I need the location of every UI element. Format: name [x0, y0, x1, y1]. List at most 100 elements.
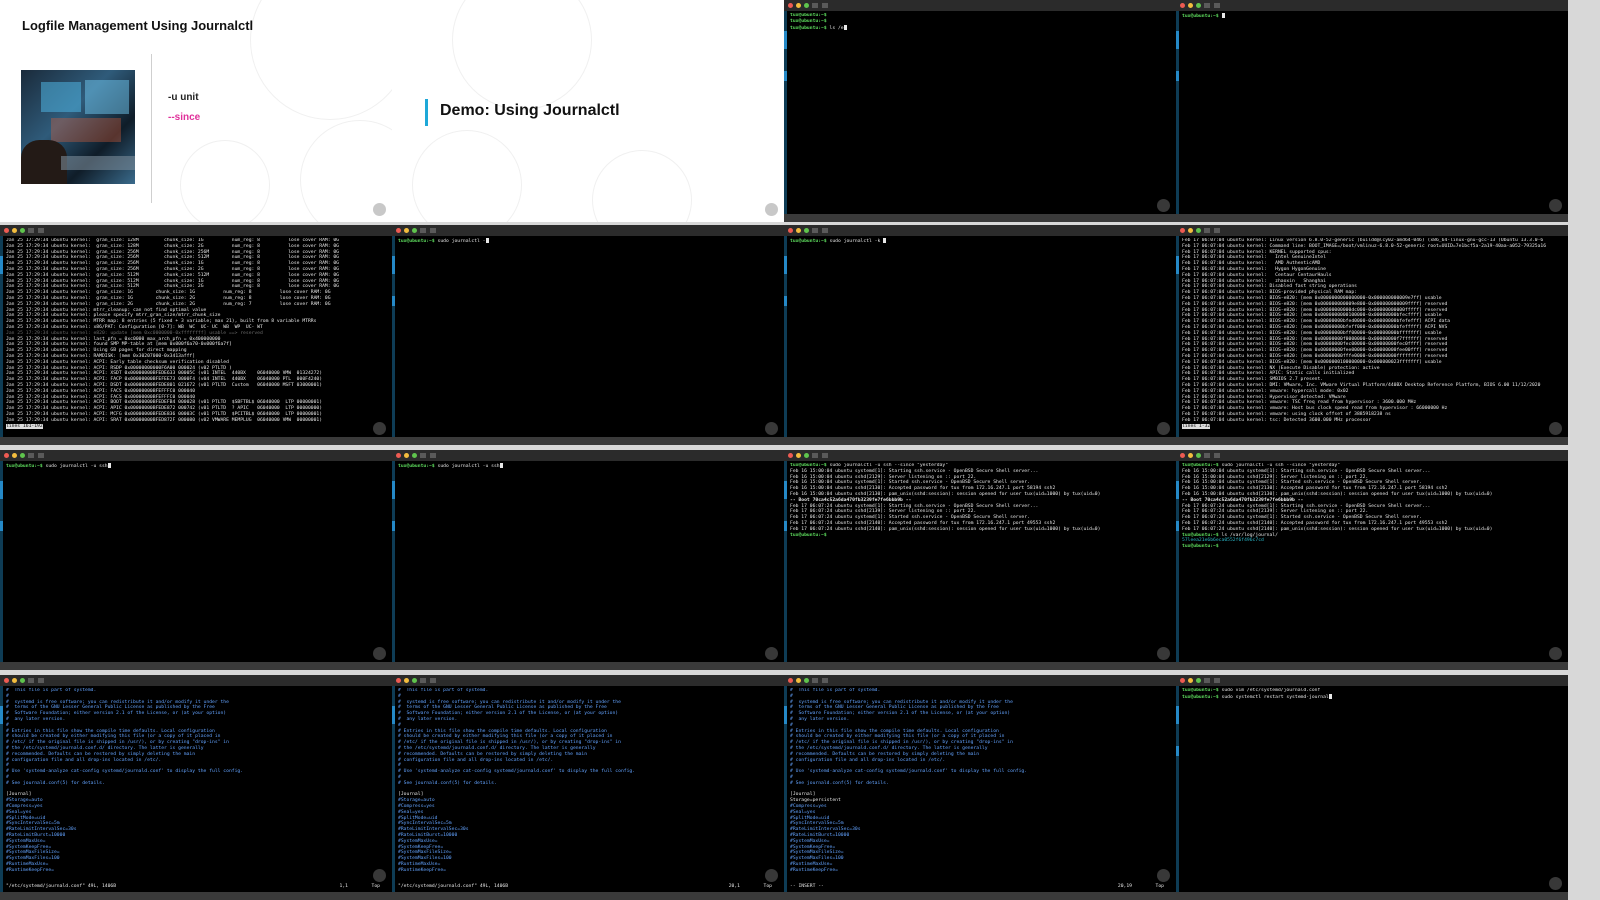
terminal-line: tux@ubuntu:~$ sudo journalctl -	[398, 238, 780, 244]
vim-line: #RuntimeKeepFree=	[790, 867, 838, 873]
demo-title: Demo: Using Journalctl	[440, 102, 620, 119]
terminal-line: Jan 25 17:29:34 ubuntu kernel: gran_size…	[6, 295, 331, 301]
window-titlebar	[0, 450, 392, 461]
status-bar	[784, 214, 1176, 222]
play-icon[interactable]	[1549, 422, 1562, 435]
terminal-output[interactable]: tux@ubuntu:~$ sudo journalctl -u ssh	[398, 463, 780, 660]
play-icon[interactable]	[765, 869, 778, 882]
vim-buffer[interactable]: # This file is part of systemd. # # system…	[6, 688, 388, 882]
command-text: sudo journalctl -u ssh --since "yesterda…	[826, 463, 949, 468]
play-icon[interactable]	[765, 203, 778, 216]
play-icon[interactable]	[765, 422, 778, 435]
terminal-frame-5: tux@ubuntu:~$ sudo journalctl -	[392, 225, 784, 445]
command-text: sudo journalctl -k	[826, 239, 884, 244]
terminal-line: tux@ubuntu:~$	[1182, 13, 1564, 19]
vim-file-info: "/etc/systemd/journald.conf" 49L, 1406B	[6, 884, 117, 889]
shell-prompt: tux@ubuntu:~$	[790, 13, 827, 18]
vim-buffer[interactable]: # This file is part of systemd. # # system…	[790, 688, 1172, 882]
terminal-output[interactable]: tux@ubuntu:~$	[1182, 13, 1564, 212]
play-icon[interactable]	[1157, 647, 1170, 660]
terminal-output[interactable]: tux@ubuntu:~$ sudo journalctl -	[398, 238, 780, 435]
play-icon[interactable]	[373, 203, 386, 216]
vim-status-line: "/etc/systemd/journald.conf" 49L, 1406B …	[398, 884, 780, 890]
play-icon[interactable]	[1157, 869, 1170, 882]
terminal-output[interactable]: tux@ubuntu:~$ sudo journalctl -u ssh --s…	[790, 463, 1172, 660]
demo-accent-bar	[425, 99, 428, 126]
slide-frame: Logfile Management Using Journalctl -u u…	[0, 0, 392, 222]
vim-frame-14: # This file is part of systemd. # # system…	[784, 675, 1176, 900]
play-icon[interactable]	[373, 869, 386, 882]
command-text: ls /e	[826, 25, 844, 31]
play-icon[interactable]	[1549, 199, 1562, 212]
status-bar	[784, 892, 1176, 900]
terminal-output[interactable]: Feb 17 06:07:04 ubuntu kernel: Linux ver…	[1182, 238, 1564, 435]
side-indicator	[392, 236, 395, 437]
terminal-frame-6: tux@ubuntu:~$ sudo journalctl -k	[784, 225, 1176, 445]
terminal-line: Jan 25 17:29:34 ubuntu kernel: gran_size…	[6, 266, 340, 272]
play-icon[interactable]	[1157, 199, 1170, 212]
side-indicator	[392, 461, 395, 662]
play-icon[interactable]	[1549, 647, 1562, 660]
terminal-frame-2: tux@ubuntu:~$ tux@ubuntu:~$ tux@ubuntu:~$ …	[784, 0, 1176, 222]
terminal-output[interactable]: tux@ubuntu:~$ sudo journalctl -k	[790, 238, 1172, 435]
window-titlebar	[0, 675, 392, 686]
vim-frame-12: # This file is part of systemd. # # system…	[0, 675, 392, 900]
status-bar	[784, 437, 1176, 445]
window-titlebar	[784, 450, 1176, 461]
directory-name: 57leea21e6b6eca0552f6f496c7cd	[1182, 538, 1264, 544]
terminal-frame-8: tux@ubuntu:~$ sudo journalctl -u ssh	[0, 450, 392, 670]
workstation-illustration	[21, 70, 135, 184]
pager-status: lines 1-32	[1182, 423, 1211, 429]
terminal-frame-9: tux@ubuntu:~$ sudo journalctl -u ssh	[392, 450, 784, 670]
terminal-output[interactable]: tux@ubuntu:~$ sudo journalctl -u ssh	[6, 463, 388, 660]
terminal-output[interactable]: tux@ubuntu:~$ sudo vim /etc/systemd/jour…	[1182, 688, 1564, 890]
shell-prompt: tux@ubuntu:~$	[398, 464, 435, 469]
play-icon[interactable]	[373, 647, 386, 660]
shell-prompt: tux@ubuntu:~$	[6, 464, 43, 469]
side-indicator	[1176, 686, 1179, 892]
terminal-line: tux@ubuntu:~$	[1182, 544, 1564, 550]
status-bar	[392, 662, 784, 670]
play-icon[interactable]	[1157, 422, 1170, 435]
play-icon[interactable]	[1549, 877, 1562, 890]
shell-prompt: tux@ubuntu:~$	[790, 239, 827, 244]
play-icon[interactable]	[373, 422, 386, 435]
window-titlebar	[392, 225, 784, 236]
side-indicator	[784, 686, 787, 892]
window-titlebar	[784, 0, 1176, 11]
shell-prompt: tux@ubuntu:~$	[790, 532, 827, 538]
terminal-output[interactable]: tux@ubuntu:~$ sudo journalctl -u ssh --s…	[1182, 463, 1564, 660]
pager-footer: lines 161-192	[6, 423, 388, 430]
status-bar	[0, 892, 392, 900]
side-indicator	[784, 236, 787, 437]
terminal-output[interactable]: tux@ubuntu:~$ tux@ubuntu:~$ tux@ubuntu:~$ …	[790, 13, 1172, 212]
cursor-block	[843, 24, 847, 30]
status-bar	[1176, 892, 1568, 900]
shell-prompt: tux@ubuntu:~$	[790, 25, 827, 31]
vim-buffer[interactable]: # This file is part of systemd. # # system…	[398, 688, 780, 882]
side-indicator	[1176, 236, 1179, 437]
window-titlebar	[784, 675, 1176, 686]
shell-prompt: tux@ubuntu:~$	[1182, 544, 1219, 550]
terminal-line: Jan 25 17:29:34 ubuntu kernel: gran_size…	[6, 272, 340, 278]
shell-prompt: tux@ubuntu:~$	[398, 239, 435, 244]
terminal-output[interactable]: Jan 25 17:29:34 ubuntu kernel: gran_size…	[6, 238, 388, 435]
pager-status: lines 161-192	[6, 423, 43, 429]
vim-status-line: -- INSERT -- 20,19 Top	[790, 884, 1172, 890]
terminal-line: tux@ubuntu:~$ sudo journalctl -k	[790, 238, 1172, 244]
terminal-line: Feb 17 06:07:04 ubuntu kernel: Command l…	[1182, 243, 1547, 249]
window-titlebar	[1176, 225, 1568, 236]
vim-status-line: "/etc/systemd/journald.conf" 49L, 1406B …	[6, 884, 388, 890]
status-bar	[0, 662, 392, 670]
terminal-frame-3: tux@ubuntu:~$	[1176, 0, 1568, 222]
status-bar	[1176, 437, 1568, 445]
terminal-line: Jan 25 17:29:34 ubuntu kernel: gran_size…	[6, 238, 340, 243]
terminal-line: Feb 17 06:07:04 ubuntu kernel: DMI: VMwa…	[1182, 382, 1541, 388]
side-indicator	[784, 11, 787, 214]
pager-footer: lines 1-32	[1182, 423, 1564, 430]
terminal-frame-11: tux@ubuntu:~$ sudo journalctl -u ssh --s…	[1176, 450, 1568, 670]
terminal-line: tux@ubuntu:~$ sudo journalctl -u ssh	[398, 463, 780, 469]
vim-cursor-position: 20,1	[728, 884, 740, 889]
play-icon[interactable]	[765, 647, 778, 660]
vim-cursor-position: 1,1	[339, 884, 348, 889]
